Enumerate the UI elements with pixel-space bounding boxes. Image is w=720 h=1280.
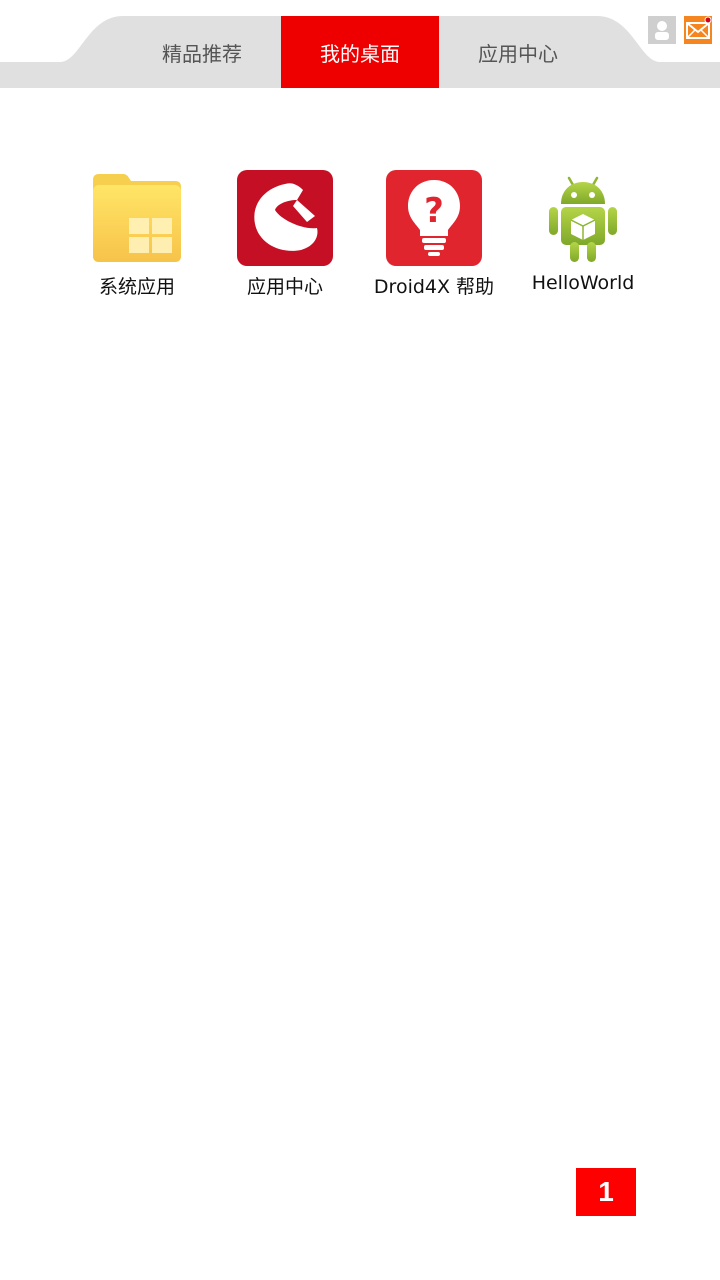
app-app-center[interactable]: 应用中心	[210, 170, 360, 299]
app-helloworld[interactable]: HelloWorld	[508, 170, 658, 294]
tab-app-center[interactable]: 应用中心	[439, 16, 597, 88]
app-droid4x-help[interactable]: ? Droid4X 帮助	[359, 170, 509, 299]
app-center-icon	[237, 170, 333, 266]
page-indicator[interactable]: 1	[576, 1168, 636, 1216]
app-label: 应用中心	[246, 276, 323, 298]
app-label: 系统应用	[98, 276, 175, 298]
app-label: Droid4X 帮助	[373, 276, 495, 298]
app-system-apps[interactable]: 系统应用	[62, 170, 212, 299]
tab-my-desktop[interactable]: 我的桌面	[281, 16, 439, 88]
svg-text:?: ?	[424, 191, 444, 231]
help-lightbulb-icon: ?	[386, 170, 482, 266]
desktop-screen: 精品推荐 我的桌面 应用中心 系统应用 应用中心 ? Droid4X 帮助 He…	[0, 0, 720, 1280]
user-icon[interactable]	[648, 16, 676, 44]
top-tab-bar: 精品推荐 我的桌面 应用中心	[0, 0, 720, 88]
app-label: HelloWorld	[531, 272, 635, 294]
folder-icon	[89, 170, 185, 266]
mail-icon[interactable]	[684, 16, 712, 44]
android-icon	[535, 170, 631, 266]
tab-featured[interactable]: 精品推荐	[123, 16, 281, 88]
